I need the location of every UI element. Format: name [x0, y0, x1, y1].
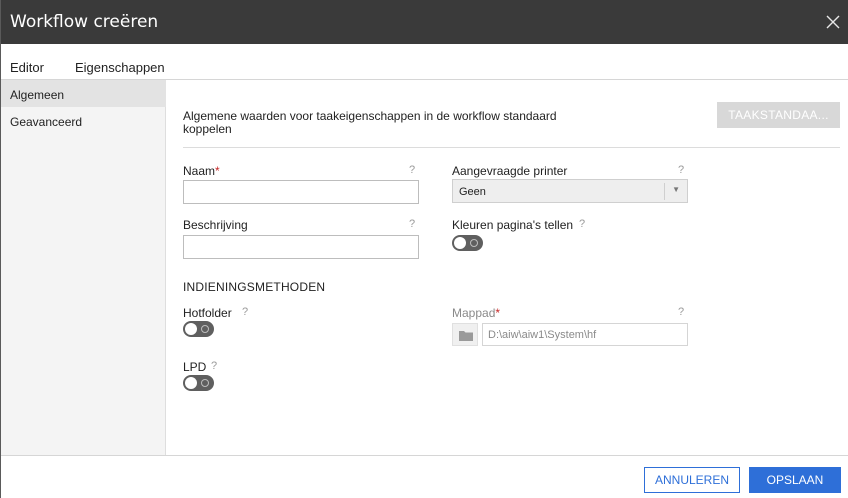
color-pages-help-icon[interactable]: ?	[579, 218, 585, 230]
folder-path-label: Mappad*	[452, 306, 501, 320]
toggle-off-icon	[201, 379, 209, 387]
lpd-toggle[interactable]	[183, 375, 214, 391]
tab-bar: Editor Eigenschappen	[1, 44, 848, 83]
close-icon[interactable]	[825, 14, 841, 30]
toggle-knob	[185, 377, 197, 389]
name-help-icon[interactable]: ?	[409, 164, 415, 176]
toggle-off-icon	[201, 325, 209, 333]
lpd-label: LPD	[183, 360, 207, 374]
dialog-titlebar: Workflow creëren	[1, 0, 848, 44]
folder-icon[interactable]	[452, 323, 478, 346]
description-label: Beschrijving	[183, 218, 248, 232]
select-separator	[664, 183, 665, 200]
required-mark: *	[215, 164, 220, 178]
chevron-down-icon: ▼	[672, 185, 680, 194]
description-help-icon[interactable]: ?	[409, 218, 415, 230]
cancel-button[interactable]: ANNULEREN	[644, 467, 740, 493]
folder-path-input[interactable]: D:\aiw\aiw1\System\hf	[482, 323, 688, 346]
hotfolder-label: Hotfolder	[183, 306, 232, 320]
printer-select-value: Geen	[459, 186, 486, 198]
sidebar-item-algemeen[interactable]: Algemeen	[1, 80, 166, 107]
workflow-dialog: Workflow creëren Editor Eigenschappen Al…	[0, 0, 848, 498]
toggle-off-icon	[470, 239, 478, 247]
job-defaults-button[interactable]: TAAKSTANDAA...	[717, 102, 840, 128]
required-mark: *	[495, 306, 501, 320]
folder-path-help-icon[interactable]: ?	[678, 306, 684, 318]
printer-select[interactable]: Geen ▼	[452, 179, 688, 203]
color-pages-toggle[interactable]	[452, 235, 483, 251]
printer-label: Aangevraagde printer	[452, 164, 568, 178]
name-label: Naam*	[183, 164, 220, 178]
printer-help-icon[interactable]: ?	[678, 164, 684, 176]
description-input[interactable]	[183, 235, 419, 259]
tab-editor[interactable]: Editor	[10, 60, 44, 81]
folder-path-value: D:\aiw\aiw1\System\hf	[488, 329, 597, 341]
sidebar: Algemeen Geavanceerd	[1, 80, 166, 455]
sidebar-item-geavanceerd[interactable]: Geavanceerd	[1, 107, 166, 134]
save-button[interactable]: OPSLAAN	[749, 467, 841, 493]
section-description: Algemene waarden voor taakeigenschappen …	[183, 109, 557, 136]
footer-divider	[1, 455, 848, 456]
hotfolder-help-icon[interactable]: ?	[242, 306, 248, 318]
toggle-knob	[454, 237, 466, 249]
submission-methods-heading: INDIENINGSMETHODEN	[183, 280, 326, 294]
divider	[183, 147, 840, 148]
color-pages-label: Kleuren pagina's tellen	[452, 218, 574, 232]
lpd-help-icon[interactable]: ?	[211, 360, 217, 372]
hotfolder-toggle[interactable]	[183, 321, 214, 337]
toggle-knob	[185, 323, 197, 335]
name-input[interactable]	[183, 180, 419, 204]
dialog-title: Workflow creëren	[10, 12, 159, 32]
